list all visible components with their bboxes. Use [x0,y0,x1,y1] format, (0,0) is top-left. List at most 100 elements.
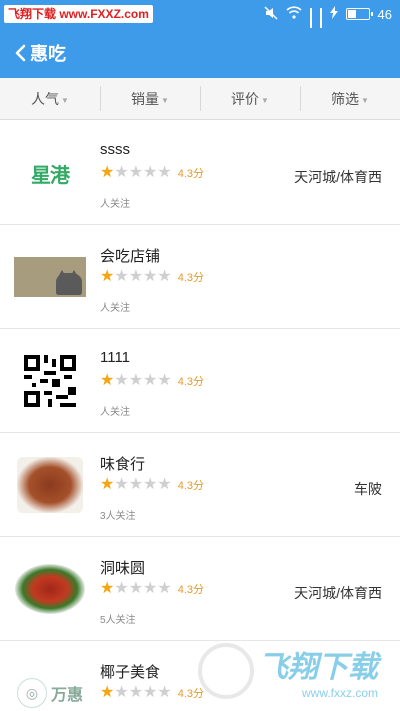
rating-stars: ★ ★ ★ ★ ★ 4.3分 [100,581,204,597]
qr-code [24,355,76,407]
follow-count: 人关注 [100,303,130,314]
star-icon: ★ [114,268,129,285]
rating-stars: ★ ★ ★ ★ ★ 4.3分 [100,477,204,493]
qr-code-icon [14,347,86,415]
star-icon: ★ [157,476,172,493]
shop-row[interactable]: 1111 ★ ★ ★ ★ ★ 4.3分 人关注 [0,329,400,433]
status-icons: 46 [264,5,392,39]
cat-photo-icon [14,243,86,311]
star-icon: ★ [128,580,144,597]
star-icon: ★ [128,684,144,701]
star-icon: ★ [100,268,115,285]
battery-text: 46 [377,6,392,22]
logo-text: 星港 [31,164,70,187]
star-icon: ★ [143,268,158,285]
dish-photo-icon [14,555,86,623]
caret-down-icon: ▼ [361,95,369,105]
charging-icon [329,6,338,22]
shop-row[interactable]: 洞味圆 ★ ★ ★ ★ ★ 4.3分 5人关注 天河城/体育西 [0,537,400,641]
wifi-icon [285,6,302,22]
star-icon: ★ [114,684,129,701]
shop-area: 天河城/体育西 [294,169,382,185]
filter-label: 人气 [31,90,60,107]
star-icon: ★ [128,476,144,493]
star-icon: ★ [143,580,158,597]
rating-score: 4.3分 [177,688,205,700]
mute-icon [264,5,278,23]
nav-bar: 惠吃 [0,28,400,78]
shop-row[interactable]: ◎ 万惠 椰子美食 ★ ★ ★ ★ ★ 4.3分 [0,641,400,711]
watermark-badge: 飞翔下载 www.FXXZ.com [4,5,153,23]
brand-circle-icon: ◎ [16,678,47,708]
star-icon: ★ [100,476,115,493]
star-icon: ★ [128,268,144,285]
signal-icon-2 [319,8,322,39]
shop-area: 车陂 [354,481,382,497]
brand-text: 万惠 [50,687,83,704]
rating-score: 4.3分 [177,376,205,388]
caret-down-icon: ▼ [61,95,69,105]
logo-icon: 星港 [14,139,86,207]
filter-bar: 人气 ▼ 销量 ▼ 评价 ▼ 筛选 ▼ [0,78,400,120]
star-icon: ★ [157,372,172,389]
cat-photo [14,257,86,297]
filter-screen[interactable]: 筛选 ▼ [300,78,400,119]
food-photo [15,564,85,614]
star-icon: ★ [114,476,129,493]
back-button[interactable] [0,28,26,78]
rating-score: 4.3分 [177,584,205,596]
star-icon: ★ [143,476,158,493]
star-icon: ★ [157,268,172,285]
shop-name: 洞味圆 [100,560,146,577]
battery-icon [345,8,373,20]
brand-logo-icon: ◎ 万惠 [14,659,86,711]
filter-label: 销量 [131,90,160,107]
shop-row[interactable]: 味食行 ★ ★ ★ ★ ★ 4.3分 3人关注 车陂 [0,433,400,537]
rating-stars: ★ ★ ★ ★ ★ 4.3分 [100,269,204,285]
filter-label: 评价 [231,90,260,107]
filter-label: 筛选 [331,90,360,107]
caret-down-icon: ▼ [261,95,269,105]
star-icon: ★ [128,164,144,181]
follow-count: 5人关注 [100,615,136,626]
shop-name: 会吃店铺 [100,248,161,265]
star-icon: ★ [100,580,115,597]
star-icon: ★ [114,164,129,181]
follow-count: 3人关注 [100,511,136,522]
battery-fill [347,10,357,18]
shop-name: ssss [100,141,130,158]
chevron-left-icon [15,44,26,62]
star-icon: ★ [100,684,115,701]
ribs-photo-icon [14,451,86,519]
star-icon: ★ [114,580,129,597]
shop-area: 天河城/体育西 [294,585,382,601]
follow-count: 人关注 [100,199,130,210]
star-icon: ★ [100,164,115,181]
rating-score: 4.3分 [177,480,205,492]
caret-down-icon: ▼ [161,95,169,105]
shop-name: 1111 [100,349,131,366]
star-icon: ★ [114,372,129,389]
rating-score: 4.3分 [177,272,205,284]
shop-list: 星港 ssss ★ ★ ★ ★ ★ 4.3分 人关注 天河城/体育西 会吃店铺 ★ ★ ★ ★… [0,121,400,711]
shop-row[interactable]: 会吃店铺 ★ ★ ★ ★ ★ 4.3分 人关注 [0,225,400,329]
shop-name: 椰子美食 [100,664,161,681]
filter-rating[interactable]: 评价 ▼ [200,78,300,119]
shop-name: 味食行 [100,456,146,473]
star-icon: ★ [143,684,158,701]
star-icon: ★ [143,372,158,389]
star-icon: ★ [143,164,158,181]
rating-stars: ★ ★ ★ ★ ★ 4.3分 [100,165,204,181]
rating-stars: ★ ★ ★ ★ ★ 4.3分 [100,373,204,389]
page-title: 惠吃 [30,44,66,64]
star-icon: ★ [157,164,172,181]
shop-row[interactable]: 星港 ssss ★ ★ ★ ★ ★ 4.3分 人关注 天河城/体育西 [0,121,400,225]
status-bar: 飞翔下载 www.FXXZ.com 46 [0,0,400,39]
filter-popularity[interactable]: 人气 ▼ [0,78,100,119]
star-icon: ★ [128,372,144,389]
star-icon: ★ [157,580,172,597]
signal-icon [309,8,312,39]
filter-sales[interactable]: 销量 ▼ [100,78,200,119]
star-icon: ★ [157,684,172,701]
rating-stars: ★ ★ ★ ★ ★ 4.3分 [100,685,204,701]
